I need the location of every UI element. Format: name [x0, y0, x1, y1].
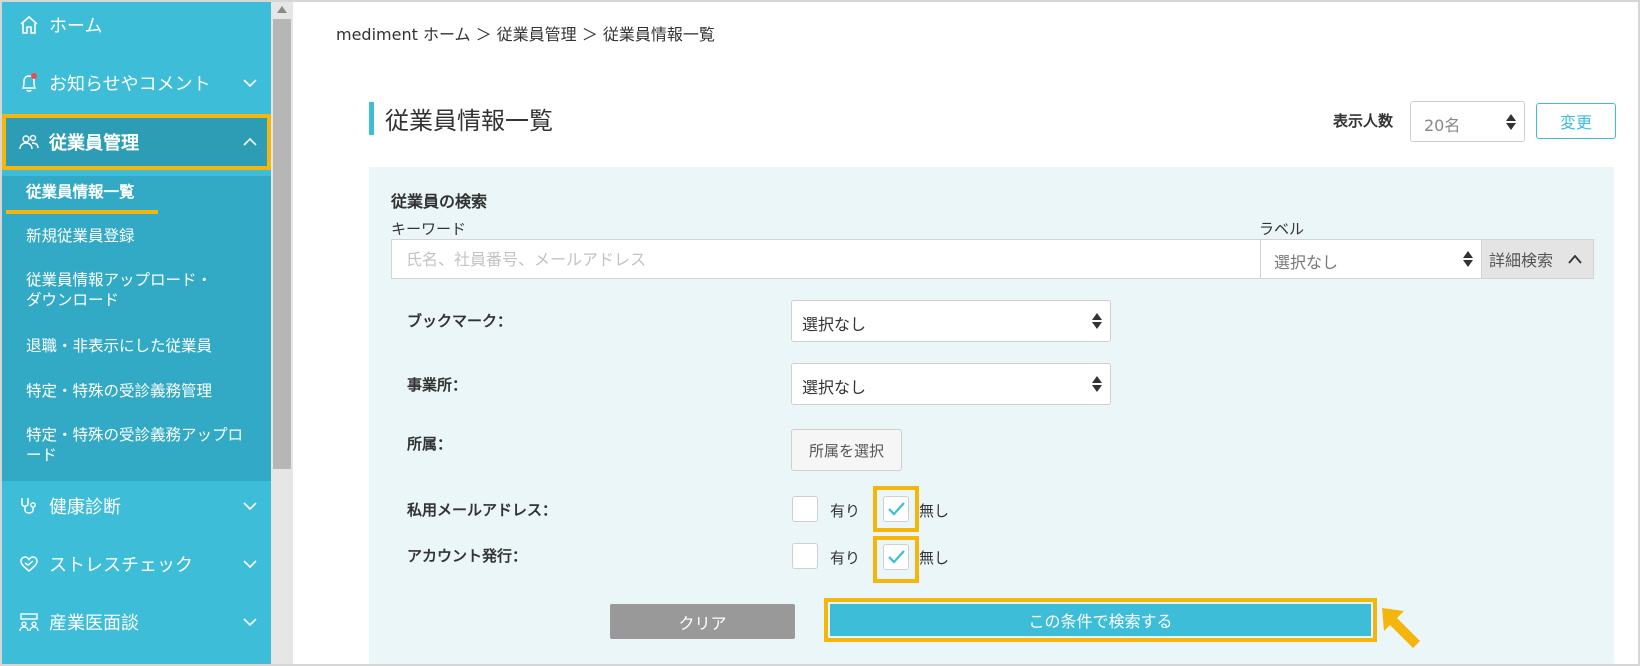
chevron-up-icon — [243, 137, 257, 146]
chevron-down-icon — [243, 79, 257, 88]
select-updown-icon — [1463, 249, 1473, 269]
account-issued-yes-label: 有り — [830, 549, 861, 567]
office-select-value: 選択なし — [802, 378, 867, 397]
account-issued-no-label: 無し — [919, 549, 950, 567]
keyword-label: キーワード — [391, 220, 467, 238]
sidebar-item-label: 産業医面談 — [49, 613, 139, 634]
stethoscope-icon — [18, 495, 40, 517]
sidebar-item-label: ホーム — [49, 16, 103, 37]
home-icon — [18, 14, 40, 36]
sidebar-item-label: 健康診断 — [49, 497, 121, 518]
private-email-label: 私用メールアドレス： — [407, 501, 558, 519]
sidebar-item-label: お知らせやコメント — [49, 74, 211, 95]
chevron-up-icon — [1568, 254, 1582, 264]
submenu-employee-list[interactable]: 従業員情報一覧 — [26, 182, 256, 202]
submenu-special-exam-management[interactable]: 特定・特殊の受診義務管理 — [26, 381, 256, 401]
submenu-new-employee[interactable]: 新規従業員登録 — [26, 226, 256, 246]
clear-button[interactable]: クリア — [610, 604, 795, 639]
meeting-icon — [18, 611, 40, 633]
select-updown-icon — [1092, 311, 1102, 331]
scroll-up-arrow-icon[interactable] — [277, 6, 287, 13]
search-with-conditions-button[interactable]: この条件で検索する — [830, 604, 1371, 636]
private-email-yes-checkbox[interactable] — [792, 496, 818, 522]
sidebar-item-label: 従業員管理 — [49, 133, 139, 154]
detail-search-button[interactable]: 詳細検索 — [1481, 239, 1594, 279]
change-button[interactable]: 変更 — [1536, 103, 1616, 139]
sidebar-item-label: ストレスチェック — [49, 555, 193, 576]
sidebar-item-occupational-physician[interactable]: 産業医面談 — [2, 593, 271, 651]
office-select[interactable]: 選択なし — [791, 363, 1111, 405]
chevron-down-icon — [243, 618, 257, 627]
display-count-label: 表示人数 — [1333, 112, 1394, 130]
sidebar-item-home[interactable]: ホーム — [2, 2, 271, 54]
chevron-down-icon — [243, 560, 257, 569]
detail-search-label: 詳細検索 — [1489, 251, 1554, 270]
current-item-underline — [6, 210, 158, 214]
sidebar-item-employee-management[interactable]: 従業員管理 — [2, 114, 271, 170]
check-icon — [888, 502, 905, 516]
sidebar-item-health-checkup[interactable]: 健康診断 — [2, 477, 271, 535]
account-issued-label: アカウント発行： — [407, 547, 528, 565]
pointer-arrow-icon — [1382, 608, 1420, 648]
select-affiliation-button[interactable]: 所属を選択 — [791, 429, 902, 471]
private-email-no-checkbox[interactable] — [883, 496, 909, 522]
app-frame: ホーム お知らせやコメント 従業員管理 従業員情報一覧 新規従業員登録 従業員情… — [0, 0, 1640, 666]
display-count-select[interactable]: 20名 — [1410, 101, 1525, 142]
scrollbar-thumb[interactable] — [273, 19, 291, 469]
bookmark-select-value: 選択なし — [802, 315, 867, 334]
account-issued-yes-checkbox[interactable] — [792, 543, 818, 569]
select-updown-icon — [1092, 374, 1102, 394]
display-count-value: 20名 — [1424, 116, 1461, 135]
check-icon — [888, 550, 905, 564]
sidebar-item-notifications[interactable]: お知らせやコメント — [2, 54, 271, 112]
office-label: 事業所： — [407, 376, 468, 394]
page-title: 従業員情報一覧 — [385, 107, 553, 135]
chevron-down-icon — [243, 502, 257, 511]
keyword-input[interactable] — [391, 239, 1261, 279]
people-icon — [18, 131, 40, 153]
heart-icon — [18, 553, 40, 575]
title-accent-bar — [369, 102, 374, 135]
private-email-yes-label: 有り — [830, 502, 861, 520]
breadcrumb[interactable]: mediment ホーム ＞ 従業員管理 ＞ 従業員情報一覧 — [336, 21, 715, 45]
label-select[interactable]: 選択なし — [1260, 239, 1482, 279]
affiliation-label: 所属： — [407, 435, 453, 453]
search-title: 従業員の検索 — [391, 192, 488, 211]
label-field-label: ラベル — [1259, 220, 1305, 238]
bell-icon — [18, 72, 40, 94]
bookmark-select[interactable]: 選択なし — [791, 300, 1111, 342]
bookmark-label: ブックマーク： — [407, 312, 513, 330]
sidebar-item-stress-check[interactable]: ストレスチェック — [2, 535, 271, 593]
account-issued-no-checkbox[interactable] — [883, 544, 909, 570]
submenu-employee-upload-download[interactable]: 従業員情報アップロード・ ダウンロード — [26, 270, 256, 310]
label-select-value: 選択なし — [1274, 253, 1339, 272]
select-updown-icon — [1506, 112, 1516, 132]
submenu-retired-hidden[interactable]: 退職・非表示にした従業員 — [26, 336, 256, 356]
sidebar: ホーム お知らせやコメント 従業員管理 従業員情報一覧 新規従業員登録 従業員情… — [2, 2, 271, 664]
submenu-special-exam-upload[interactable]: 特定・特殊の受診義務アップロ ード — [26, 425, 256, 465]
private-email-no-label: 無し — [919, 502, 950, 520]
sidebar-submenu: 従業員情報一覧 新規従業員登録 従業員情報アップロード・ ダウンロード 退職・非… — [2, 176, 271, 481]
